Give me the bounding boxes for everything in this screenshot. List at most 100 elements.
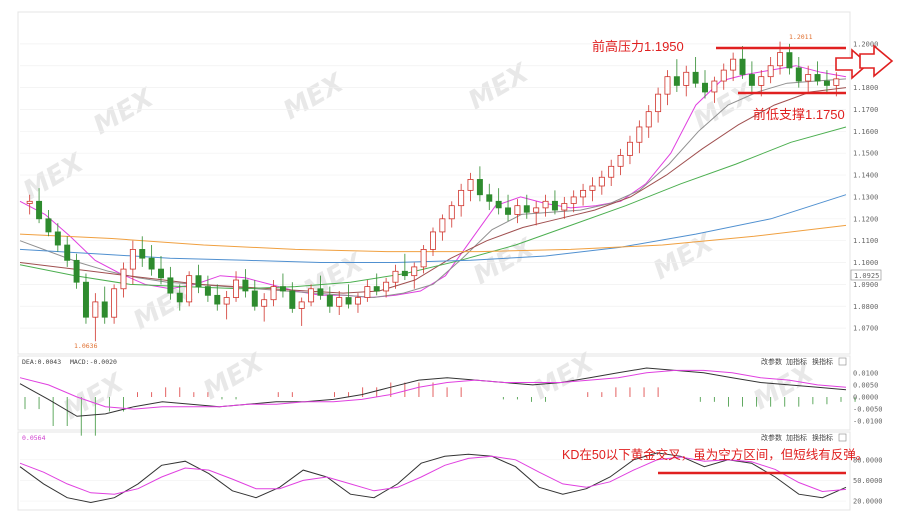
kd-label: 0.0564: [22, 434, 46, 442]
watermark: MEX: [689, 77, 761, 136]
candle-body: [795, 67, 802, 82]
support-annotation: 前低支撑1.1750: [753, 107, 845, 122]
macd-tick-label: 0.0000: [853, 394, 878, 402]
high-marker-label: 1.2011: [789, 33, 813, 41]
candle-body: [467, 179, 474, 191]
switch-indicator-button-kd[interactable]: 换指标: [812, 433, 833, 442]
candle-body: [101, 301, 108, 318]
candlesticks: [26, 41, 840, 342]
candle-body: [26, 200, 33, 204]
low-marker-label: 1.0636: [74, 342, 98, 350]
candle-body: [233, 279, 240, 298]
candle-body: [430, 231, 436, 250]
candle-body: [242, 279, 249, 292]
candle-body: [505, 207, 512, 215]
watermark: MEX: [279, 67, 351, 126]
candle-body: [608, 165, 615, 178]
candle-body: [439, 218, 446, 233]
candle-body: [308, 288, 315, 303]
candle-body: [158, 268, 164, 279]
add-indicator-button-kd[interactable]: 加指标: [786, 433, 807, 442]
candle-body: [533, 207, 540, 213]
y-tick-label: 1.0800: [853, 303, 878, 311]
macd-label: MACD:-0.0020: [70, 358, 117, 366]
candle-body: [786, 52, 793, 69]
macd-series: [19, 367, 856, 436]
change-params-button-kd[interactable]: 改参数: [761, 433, 782, 442]
candle-body: [570, 196, 577, 204]
candle-body: [223, 297, 230, 305]
candle-body: [692, 71, 699, 84]
candle-body: [823, 80, 830, 86]
change-params-button[interactable]: 改参数: [761, 357, 782, 366]
candle-body: [655, 93, 662, 113]
y-tick-label: 1.1100: [853, 237, 878, 245]
candle-body: [486, 194, 493, 202]
macd-axis: 0.0100 0.0050 0.0000 -0.0050 -0.0100: [853, 369, 883, 425]
add-indicator-button[interactable]: 加指标: [786, 357, 807, 366]
close-icon[interactable]: [838, 357, 847, 366]
candle-body: [748, 74, 755, 86]
candle-body: [111, 288, 118, 318]
candle-body: [317, 288, 324, 296]
kd-tick-label: 50.0000: [853, 477, 883, 485]
kd-axis: 80.000050.000020.0000: [853, 456, 883, 505]
candle-body: [120, 268, 127, 290]
candle-body: [383, 281, 390, 292]
candle-body: [92, 301, 99, 318]
y-tick-label: 1.1800: [853, 84, 878, 92]
candle-body: [580, 189, 587, 198]
candle-body: [542, 200, 549, 209]
candle-body: [36, 200, 43, 220]
moving-average-line: [19, 126, 847, 290]
candle-body: [167, 277, 174, 294]
y-tick-label: 1.1200: [853, 215, 878, 223]
candle-body: [298, 301, 305, 309]
switch-indicator-button[interactable]: 换指标: [812, 357, 833, 366]
candle-body: [805, 74, 812, 82]
candle-body: [514, 205, 521, 215]
candle-body: [683, 71, 690, 86]
y-tick-label: 1.0900: [853, 281, 878, 289]
candle-body: [45, 218, 52, 233]
kd-tick-label: 20.0000: [853, 498, 883, 506]
candle-body: [364, 286, 371, 298]
candle-body: [129, 249, 136, 270]
current-price-label: 1.0925: [854, 272, 879, 280]
candle-body: [636, 126, 643, 143]
candle-body: [186, 275, 193, 303]
candle-body: [176, 292, 183, 303]
macd-tick-label: 0.0100: [853, 369, 878, 377]
close-icon-kd[interactable]: [838, 433, 847, 442]
y-tick-label: 1.1700: [853, 106, 878, 114]
candle-body: [617, 154, 624, 167]
candle-body: [401, 270, 408, 277]
candle-body: [767, 65, 774, 78]
candle-body: [833, 78, 840, 86]
candle-body: [148, 257, 155, 270]
candle-body: [279, 286, 286, 292]
candle-body: [54, 231, 61, 246]
candle-body: [476, 179, 483, 196]
y-tick-label: 1.1400: [853, 172, 878, 180]
candle-body: [645, 111, 652, 128]
macd-panel: [17, 355, 851, 431]
candle-body: [448, 205, 455, 220]
y-tick-label: 1.1600: [853, 128, 878, 136]
candle-body: [664, 76, 671, 95]
y-tick-label: 1.0700: [853, 325, 878, 333]
watermark: MEX: [469, 232, 541, 291]
candle-body: [336, 297, 343, 307]
candle-body: [345, 297, 352, 305]
candle-body: [139, 249, 146, 259]
resistance-annotation: 前高压力1.1950: [592, 39, 684, 54]
candle-body: [730, 58, 737, 71]
y-tick-label: 1.1500: [853, 150, 878, 158]
candle-body: [64, 244, 71, 261]
candle-body: [420, 249, 427, 268]
candle-body: [204, 286, 211, 296]
y-tick-label: 1.1000: [853, 259, 878, 267]
macd-tick-label: -0.0050: [853, 406, 883, 414]
candle-body: [561, 203, 568, 211]
candle-body: [261, 299, 268, 307]
